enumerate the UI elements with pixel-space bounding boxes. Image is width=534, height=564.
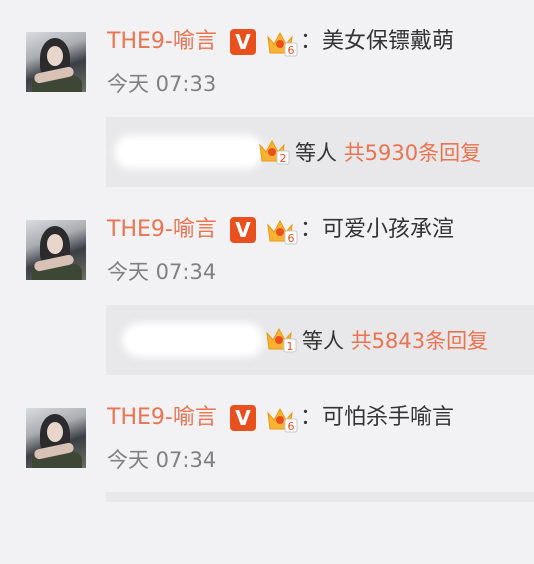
user-avatar[interactable]: [26, 220, 86, 280]
blurred-username: [120, 141, 258, 163]
comment-timestamp: 今天 07:34: [107, 260, 217, 284]
reply-summary[interactable]: 1 等人 共5843条回复: [106, 305, 534, 375]
username-link[interactable]: THE9-喻言: [107, 217, 217, 243]
svg-text:1: 1: [287, 340, 294, 353]
verified-v-icon: V: [230, 29, 256, 55]
blurred-username: [128, 329, 258, 351]
reply-count-text[interactable]: 等人 共5930条回复: [295, 140, 481, 166]
fan-crown-icon: 1: [266, 327, 297, 353]
svg-text:2: 2: [280, 152, 287, 165]
svg-text:6: 6: [288, 44, 295, 57]
vip-crown-icon[interactable]: 6: [264, 27, 298, 57]
comment-item: THE9-喻言 V 6 ：可怕杀手喻言 今天 07:34: [0, 376, 534, 564]
fan-crown-icon: 2: [259, 139, 290, 165]
comment-item: THE9-喻言 V 6 ：美女保镖戴萌 今天 07:33 2 等人 共5930条…: [0, 0, 534, 188]
vip-crown-icon[interactable]: 6: [264, 215, 298, 245]
svg-text:6: 6: [288, 232, 295, 245]
svg-text:6: 6: [288, 420, 295, 433]
username-link[interactable]: THE9-喻言: [107, 405, 217, 431]
verified-v-icon: V: [230, 217, 256, 243]
user-avatar[interactable]: [26, 408, 86, 468]
comment-text: ：可怕杀手喻言: [300, 405, 455, 430]
comment-timestamp: 今天 07:34: [107, 448, 217, 472]
user-avatar[interactable]: [26, 32, 86, 92]
comment-timestamp: 今天 07:33: [107, 72, 217, 96]
comment-text: ：可爱小孩承渲: [300, 217, 455, 242]
comment-item: THE9-喻言 V 6 ：可爱小孩承渲 今天 07:34 1 等人 共5843条…: [0, 188, 534, 376]
reply-summary[interactable]: 2 等人 共5930条回复: [106, 117, 534, 187]
reply-summary-partial: [106, 492, 534, 502]
vip-crown-icon[interactable]: 6: [264, 403, 298, 433]
verified-v-icon: V: [230, 405, 256, 431]
reply-count-text[interactable]: 等人 共5843条回复: [302, 328, 488, 354]
username-link[interactable]: THE9-喻言: [107, 29, 217, 55]
comment-text: ：美女保镖戴萌: [300, 29, 455, 54]
